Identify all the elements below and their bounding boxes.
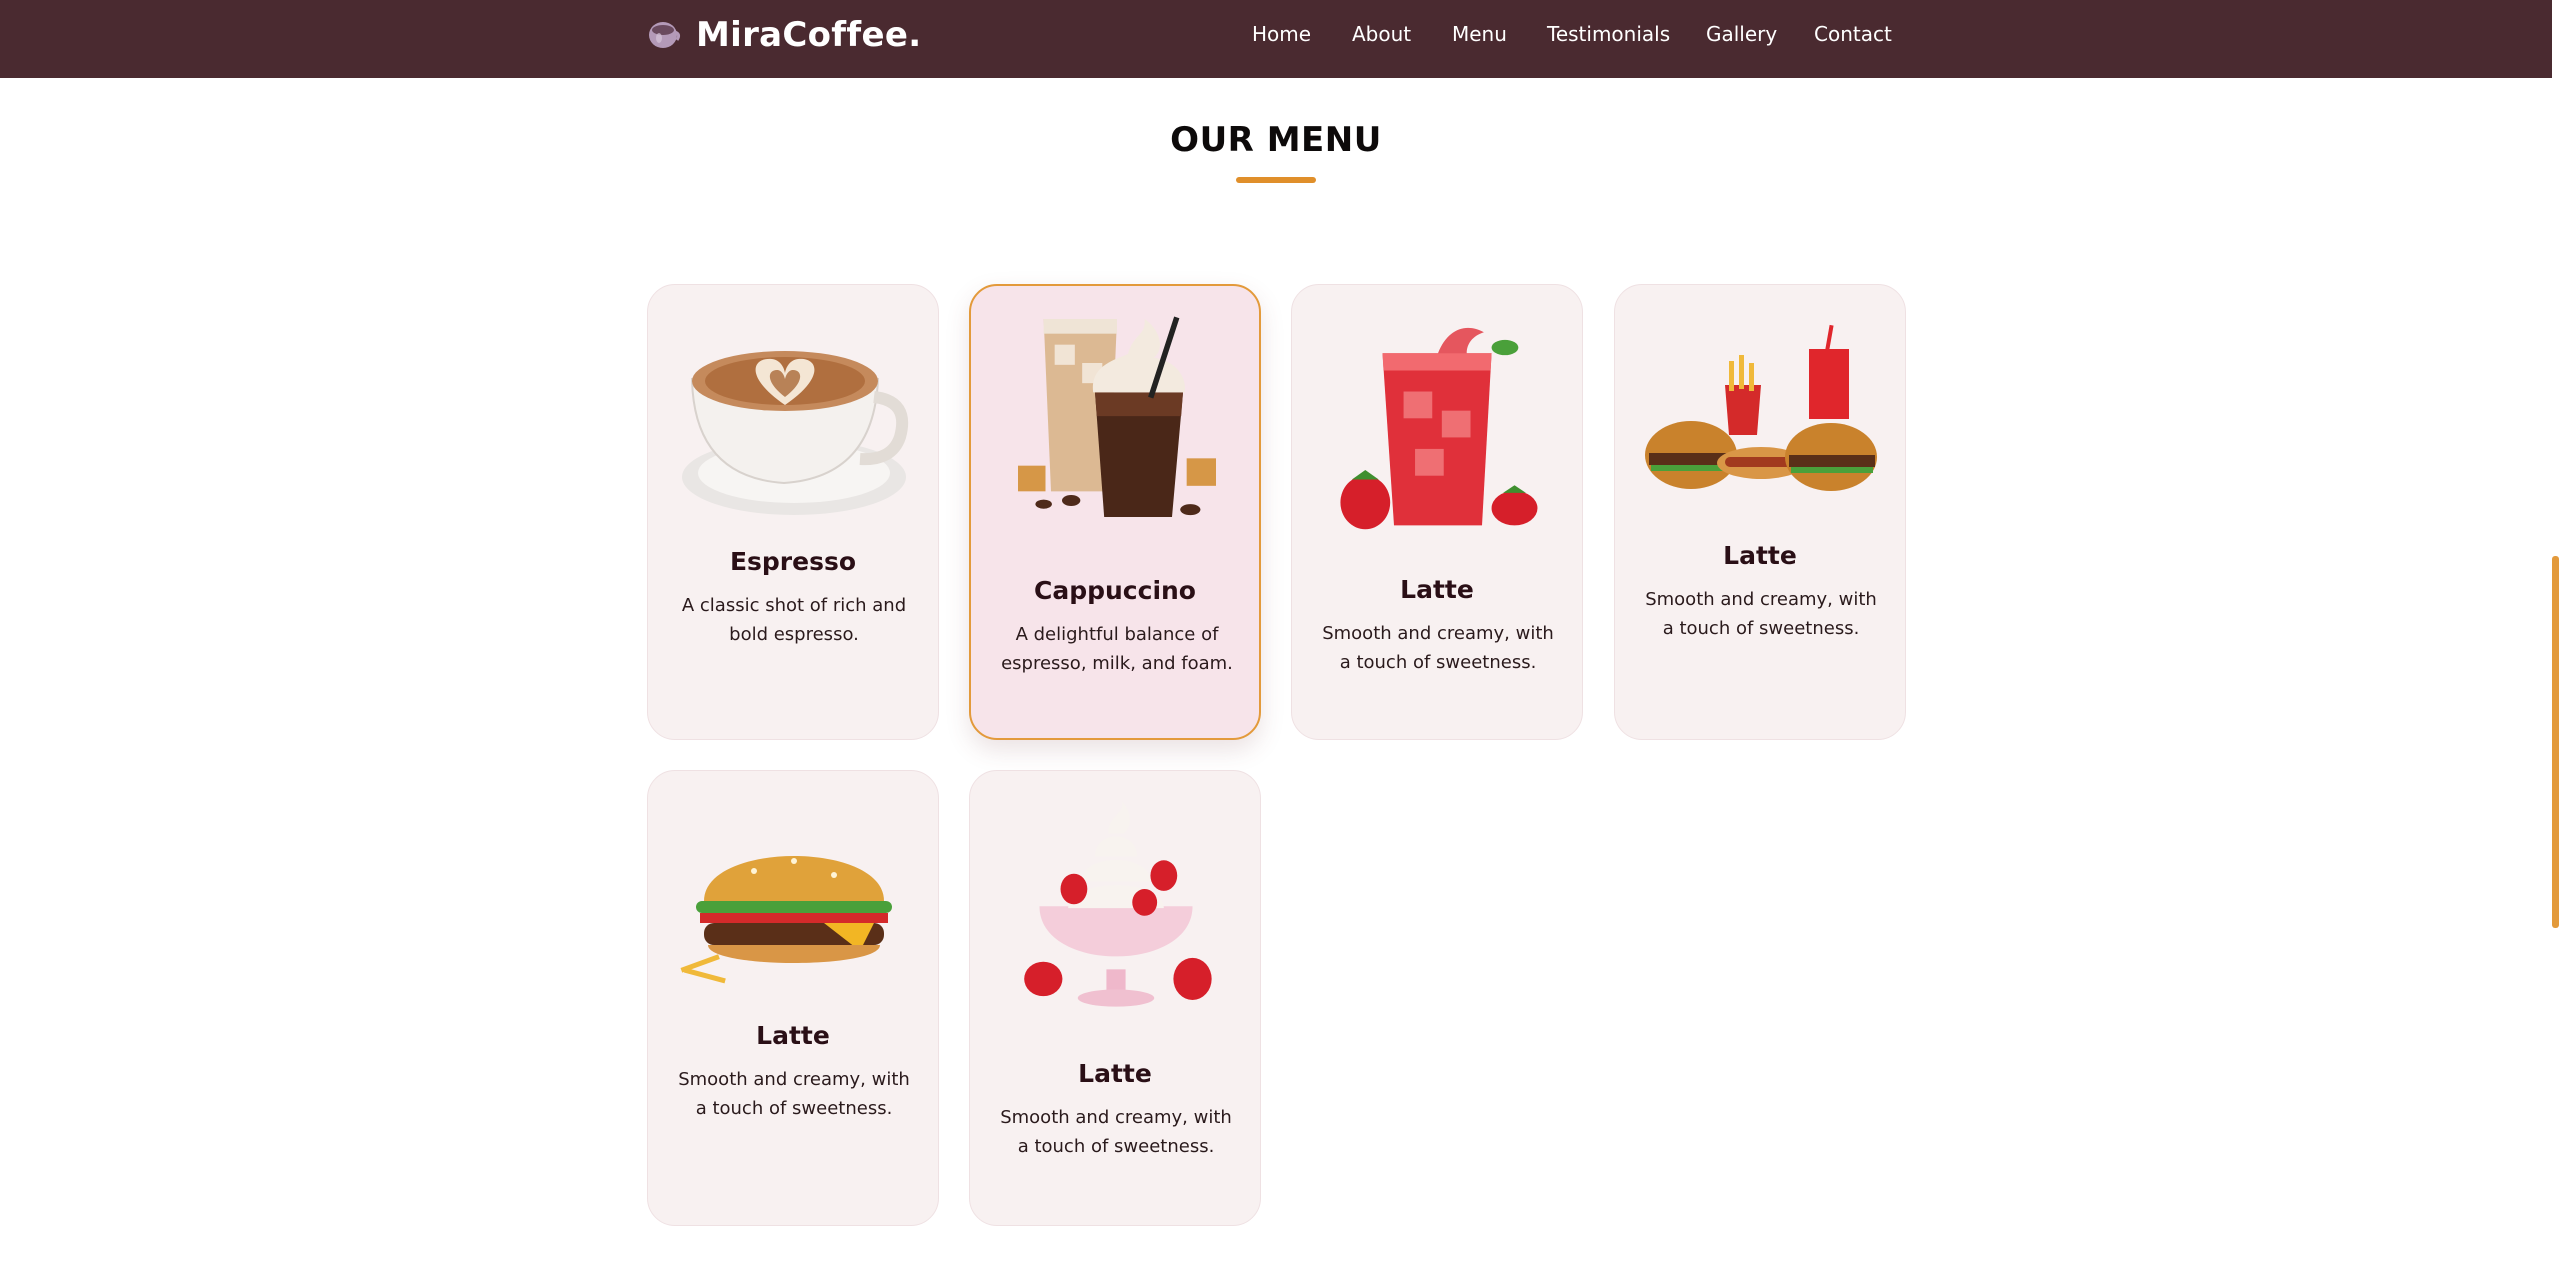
- section-title: OUR MENU: [1170, 120, 1382, 160]
- card-title: Cappuccino: [1034, 576, 1196, 605]
- card-description: Smooth and creamy, with a touch of sweet…: [1000, 1107, 1232, 1157]
- card-description: Smooth and creamy, with a touch of sweet…: [1322, 623, 1554, 673]
- nav-gallery[interactable]: Gallery: [1706, 22, 1777, 46]
- nav-about[interactable]: About: [1352, 22, 1411, 46]
- menu-card-latte-1[interactable]: Latte Smooth and creamy, with a touch of…: [1291, 284, 1583, 740]
- card-description: A classic shot of rich and bold espresso…: [681, 595, 907, 645]
- site-header: MiraCoffee. Home About Menu Testimonials…: [0, 0, 2552, 78]
- card-description: Smooth and creamy, with a touch of sweet…: [678, 1069, 910, 1119]
- menu-card-latte-2[interactable]: Latte Smooth and creamy, with a touch of…: [1614, 284, 1906, 740]
- card-description: A delightful balance of espresso, milk, …: [1001, 624, 1233, 674]
- brand-logo[interactable]: MiraCoffee.: [648, 12, 921, 58]
- card-title: Latte: [1723, 541, 1797, 570]
- card-title: Espresso: [729, 547, 857, 576]
- iced-coffee-drinks-image: [1018, 316, 1216, 517]
- nav-testimonials[interactable]: Testimonials: [1547, 22, 1670, 46]
- fast-food-combo-image: [1645, 324, 1877, 491]
- nav-menu[interactable]: Menu: [1452, 22, 1507, 46]
- menu-card-cappuccino[interactable]: Cappuccino A delightful balance of espre…: [969, 284, 1261, 740]
- title-underline: [1236, 177, 1316, 183]
- latte-art-cup-image: [682, 351, 909, 515]
- card-title: Latte: [1078, 1059, 1152, 1088]
- coffee-cup-icon: [649, 22, 681, 48]
- menu-card-espresso[interactable]: Espresso A classic shot of rich and bold…: [647, 284, 939, 740]
- menu-card-latte-3[interactable]: Latte Smooth and creamy, with a touch of…: [647, 770, 939, 1226]
- nav-contact[interactable]: Contact: [1814, 22, 1892, 46]
- brand-name: MiraCoffee.: [696, 15, 922, 55]
- strawberry-sundae-image: [1024, 801, 1212, 1007]
- nav-home[interactable]: Home: [1252, 22, 1311, 46]
- card-title: Latte: [1400, 575, 1474, 604]
- scrollbar-thumb[interactable]: [2552, 556, 2559, 928]
- burger-image: [680, 856, 892, 984]
- card-title: Latte: [756, 1021, 830, 1050]
- card-description: Smooth and creamy, with a touch of sweet…: [1645, 589, 1877, 639]
- strawberry-drink-image: [1340, 327, 1538, 530]
- menu-card-latte-4[interactable]: Latte Smooth and creamy, with a touch of…: [969, 770, 1261, 1226]
